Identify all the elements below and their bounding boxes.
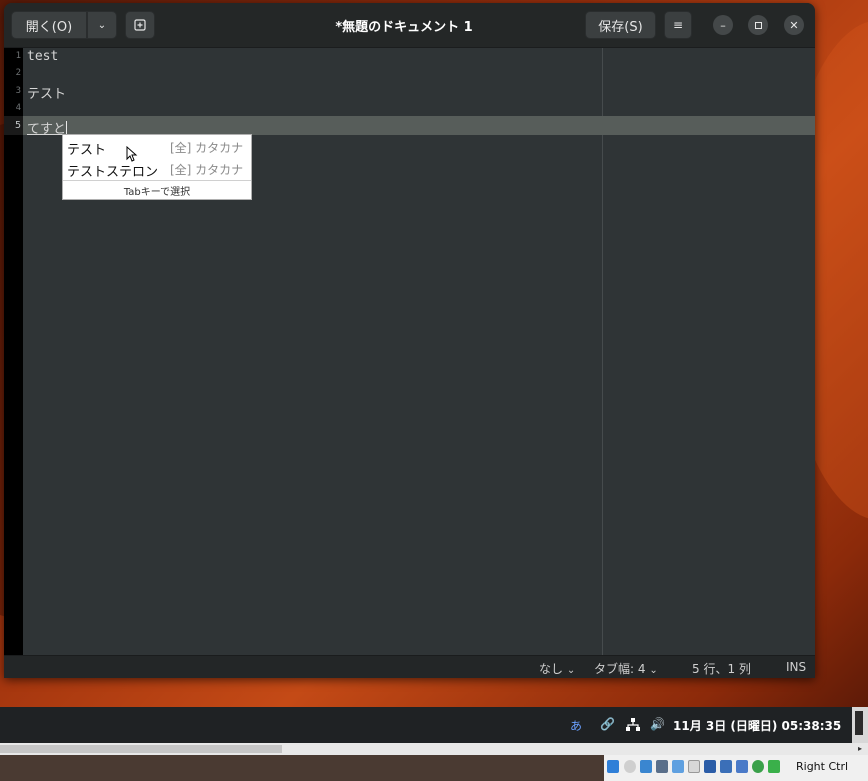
- open-dropdown-button[interactable]: ⌄: [87, 11, 117, 39]
- window-title: *無題のドキュメント 1: [335, 20, 473, 35]
- close-button[interactable]: ✕: [784, 15, 804, 35]
- candidate-kind: [全] カタカナ: [170, 141, 244, 155]
- mouse-pointer-icon: [126, 146, 138, 162]
- tab-width-label: タブ幅: 4: [594, 662, 646, 676]
- hamburger-menu-button[interactable]: ≡: [664, 11, 692, 39]
- hamburger-menu-icon: ≡: [672, 18, 684, 32]
- recording-icon[interactable]: [720, 760, 732, 773]
- clock[interactable]: 11月 3日 (日曜日) 05:38:35: [673, 717, 841, 734]
- usb-icon[interactable]: [672, 760, 684, 773]
- scrollbar-thumb[interactable]: [855, 711, 863, 735]
- save-button[interactable]: 保存(S): [585, 11, 656, 39]
- text-caret: [66, 121, 68, 135]
- right-margin-line: [602, 48, 603, 655]
- cursor-position[interactable]: 5 行、1 列: [692, 660, 751, 677]
- header-bar: 開く(O) ⌄ *無題のドキュメント 1 保存(S) ≡ – ✕: [4, 3, 815, 48]
- scrollbar-thumb[interactable]: [0, 745, 282, 753]
- completion-candidate[interactable]: テストステロン [全] カタカナ: [67, 159, 249, 180]
- status-bar: なし ⌄ タブ幅: 4 ⌄ 5 行、1 列 INS: [4, 655, 815, 678]
- line-number-current: 5: [14, 120, 21, 131]
- line-number: 4: [15, 103, 21, 113]
- shared-folder-icon[interactable]: [688, 760, 700, 773]
- network-adapter-icon[interactable]: [656, 760, 668, 773]
- syntax-label: なし: [539, 662, 564, 676]
- new-tab-icon: [134, 19, 146, 31]
- maximize-icon: [754, 21, 762, 29]
- open-button-label: 開く(O): [25, 19, 73, 35]
- chevron-down-icon: ⌄: [566, 665, 576, 676]
- current-line-highlight: [23, 116, 815, 135]
- guest-additions-icon[interactable]: [752, 760, 764, 773]
- code-line-current: てすと: [27, 118, 68, 137]
- display-icon[interactable]: [704, 760, 716, 773]
- code-line: test: [27, 49, 59, 64]
- chevron-down-icon: ⌄: [97, 19, 107, 31]
- candidate-word: テストステロン: [67, 165, 159, 180]
- minimize-icon: –: [720, 18, 726, 32]
- syntax-selector[interactable]: なし ⌄: [539, 660, 575, 677]
- scroll-right-arrow-icon[interactable]: ▸: [852, 743, 868, 755]
- vm-host-statusbar: Right Ctrl: [0, 755, 868, 781]
- vm-status-icons: Right Ctrl: [604, 755, 868, 781]
- line-number: 2: [15, 68, 21, 78]
- completion-hint: Tabキーで選択: [123, 187, 191, 198]
- minimize-button[interactable]: –: [713, 15, 733, 35]
- vertical-scrollbar[interactable]: [852, 707, 868, 743]
- audio-icon[interactable]: [640, 760, 652, 773]
- completion-popup: テスト [全] カタカナ テストステロン [全] カタカナ Tabキーで選択: [62, 134, 252, 200]
- close-icon: ✕: [789, 18, 799, 32]
- ime-indicator[interactable]: あ: [570, 717, 582, 734]
- open-button[interactable]: 開く(O): [11, 11, 87, 39]
- optical-drive-icon[interactable]: [624, 760, 636, 773]
- new-tab-button[interactable]: [125, 11, 155, 39]
- link-icon[interactable]: 🔗: [600, 717, 615, 731]
- candidate-word: テスト: [67, 143, 107, 158]
- mouse-integration-icon[interactable]: [768, 760, 780, 773]
- insert-mode-indicator[interactable]: INS: [786, 660, 806, 674]
- candidate-kind: [全] カタカナ: [170, 163, 244, 177]
- taskbar: あ 🔗 🔊 11月 3日 (日曜日) 05:38:35: [0, 707, 852, 743]
- host-key-label: Right Ctrl: [796, 760, 849, 773]
- network-icon[interactable]: [626, 718, 640, 731]
- text-editor-window: 開く(O) ⌄ *無題のドキュメント 1 保存(S) ≡ – ✕ 1 2 3 4…: [4, 3, 815, 678]
- virtualization-icon[interactable]: [736, 760, 748, 773]
- line-number: 3: [15, 86, 21, 96]
- ime-preedit-text: てすと: [27, 122, 67, 137]
- volume-icon[interactable]: 🔊: [650, 717, 665, 731]
- maximize-button[interactable]: [748, 15, 768, 35]
- save-button-label: 保存(S): [598, 19, 643, 35]
- line-number: 1: [15, 51, 21, 61]
- code-line: テスト: [27, 87, 67, 102]
- completion-candidate[interactable]: テスト [全] カタカナ: [67, 137, 249, 158]
- popup-divider: [63, 180, 251, 181]
- hard-disk-icon[interactable]: [607, 760, 619, 773]
- chevron-down-icon: ⌄: [649, 665, 658, 676]
- horizontal-scrollbar[interactable]: [0, 743, 852, 755]
- tab-width-selector[interactable]: タブ幅: 4 ⌄: [594, 660, 658, 677]
- line-number-gutter: [4, 48, 23, 655]
